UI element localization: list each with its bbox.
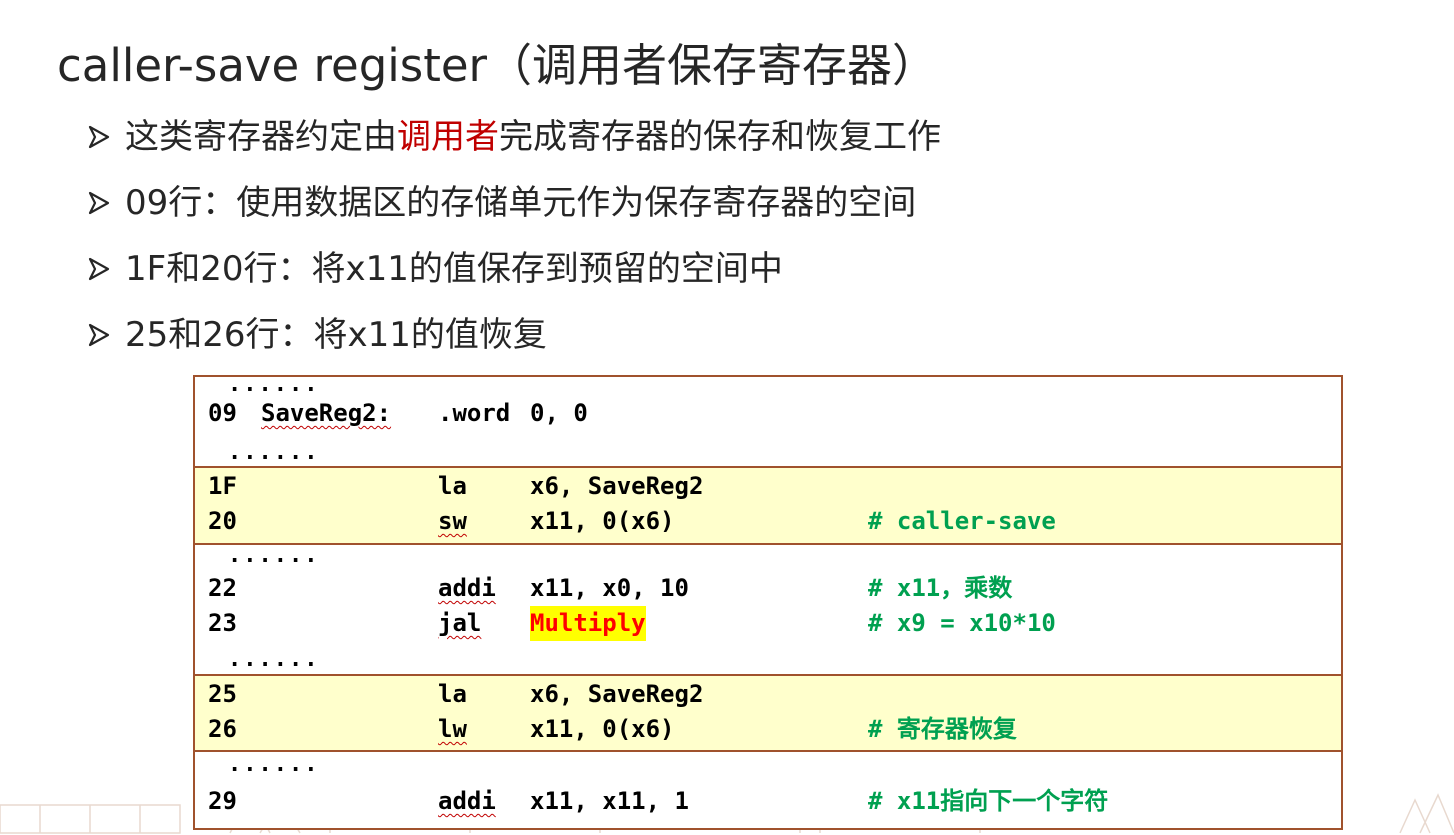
code-op: jal [438, 609, 482, 637]
line-number: 29 [208, 787, 237, 815]
arrow-bullet-icon [88, 323, 110, 347]
code-args: x11, 0(x6) [530, 507, 675, 535]
code-line: 20 sw x11, 0(x6) # caller-save [195, 504, 1341, 539]
bullet-item: 25和26行：将x11的值恢复 [88, 302, 941, 368]
slide-title: caller-save register（调用者保存寄存器） [57, 39, 938, 92]
bullet-item: 这类寄存器约定由 调用者 完成寄存器的保存和恢复工作 [88, 104, 941, 170]
code-op: .word [438, 399, 511, 427]
code-line: 09 SaveReg2: .word 0, 0 [195, 396, 1341, 431]
code-label: SaveReg2: [261, 399, 392, 427]
code-line: 26 lw x11, 0(x6) # 寄存器恢复 [195, 712, 1341, 747]
bullet-text: 1F和20行：将x11的值保存到预留的空间中 [125, 249, 783, 289]
code-args: x11, 0(x6) [530, 715, 675, 743]
ellipsis: ...... [228, 440, 320, 465]
code-args-highlighted: Multiply [530, 606, 646, 641]
code-block-call: ...... 22 addi x11, x0, 10 # x11，乘数 23 j… [195, 543, 1341, 676]
code-line: 29 addi x11, x11, 1 # x11指向下一个字符 [195, 784, 1341, 819]
code-op: addi [438, 574, 496, 602]
code-comment: # x11指向下一个字符 [868, 787, 1109, 815]
bullet-text: 这类寄存器约定由 [125, 117, 397, 157]
bullet-highlight: 调用者 [397, 117, 499, 157]
code-args: x11, x0, 10 [530, 574, 689, 602]
code-op: sw [438, 507, 467, 535]
line-number: 20 [208, 507, 237, 535]
line-number: 26 [208, 715, 237, 743]
code-op: la [438, 680, 467, 708]
code-line: 22 addi x11, x0, 10 # x11，乘数 [195, 571, 1341, 606]
code-args: x6, SaveReg2 [530, 472, 704, 500]
ellipsis: ...... [228, 372, 320, 397]
code-op: lw [438, 715, 467, 743]
code-listing: ...... 09 SaveReg2: .word 0, 0 ...... 1F… [193, 372, 1343, 830]
bullet-item: 09行：使用数据区的存储单元作为保存寄存器的空间 [88, 170, 941, 236]
bullet-text-tail: 完成寄存器的保存和恢复工作 [499, 117, 941, 157]
bullet-text: 09行：使用数据区的存储单元作为保存寄存器的空间 [125, 183, 917, 223]
code-block-data: ...... 09 SaveReg2: .word 0, 0 ...... [195, 372, 1341, 467]
arrow-bullet-icon [88, 191, 110, 215]
line-number: 23 [208, 609, 237, 637]
code-comment: # x11，乘数 [868, 574, 1013, 602]
line-number: 1F [208, 472, 237, 500]
code-line: 1F la x6, SaveReg2 [195, 469, 1341, 504]
code-comment: # caller-save [868, 507, 1056, 535]
bullet-list: 这类寄存器约定由 调用者 完成寄存器的保存和恢复工作 09行：使用数据区的存储单元作… [88, 104, 941, 368]
code-block-restore: 25 la x6, SaveReg2 26 lw x11, 0(x6) # 寄存… [195, 674, 1341, 752]
arrow-bullet-icon [88, 257, 110, 281]
code-args: x6, SaveReg2 [530, 680, 704, 708]
code-comment: # 寄存器恢复 [868, 715, 1017, 743]
bullet-text: 25和26行：将x11的值恢复 [125, 315, 547, 355]
code-args: 0, 0 [530, 399, 588, 427]
ellipsis: ...... [228, 647, 320, 672]
code-line: 25 la x6, SaveReg2 [195, 677, 1341, 712]
line-number: 09 [208, 399, 237, 427]
line-number: 25 [208, 680, 237, 708]
ellipsis: ...... [228, 543, 320, 568]
ellipsis: ...... [228, 752, 320, 777]
code-op: la [438, 472, 467, 500]
code-op: addi [438, 787, 496, 815]
bullet-item: 1F和20行：将x11的值保存到预留的空间中 [88, 236, 941, 302]
code-args: x11, x11, 1 [530, 787, 689, 815]
line-number: 22 [208, 574, 237, 602]
code-comment: # x9 = x10*10 [868, 609, 1056, 637]
code-block-next: ...... 29 addi x11, x11, 1 # x11指向下一个字符 [195, 750, 1341, 828]
code-line: 23 jal Multiply # x9 = x10*10 [195, 606, 1341, 641]
code-block-save: 1F la x6, SaveReg2 20 sw x11, 0(x6) # ca… [195, 466, 1341, 545]
arrow-bullet-icon [88, 125, 110, 149]
